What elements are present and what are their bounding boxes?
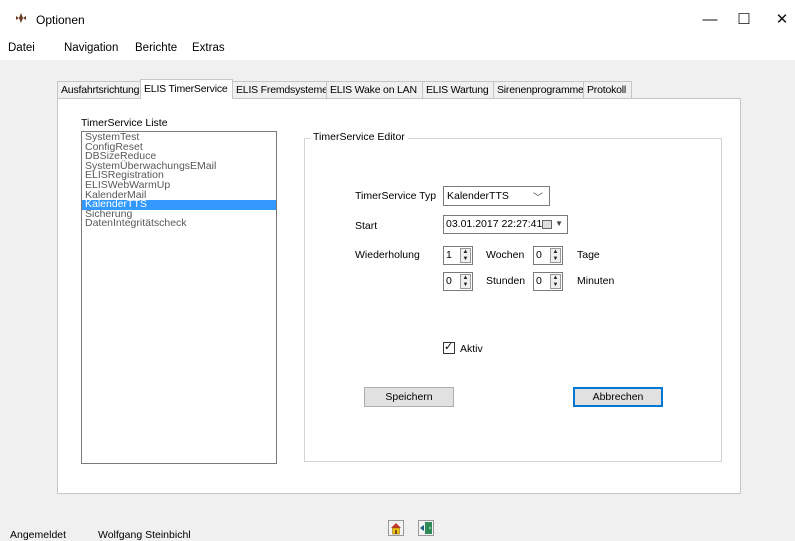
maximize-button[interactable]: ☐ bbox=[724, 6, 764, 32]
wochen-label: Wochen bbox=[486, 249, 525, 261]
tage-value: 0 bbox=[536, 249, 542, 261]
start-value: 03.01.2017 22:27:41 bbox=[446, 218, 543, 230]
spin-down-icon[interactable]: ▼ bbox=[462, 282, 469, 288]
menu-bar: Datei Navigation Berichte Extras bbox=[0, 38, 795, 60]
spin-buttons[interactable]: ▲ ▼ bbox=[550, 248, 561, 263]
tab-protokoll[interactable]: Protokoll bbox=[583, 81, 632, 98]
tab-ausfahrtsrichtung[interactable]: Ausfahrtsrichtung bbox=[57, 81, 141, 98]
spin-buttons[interactable]: ▲ ▼ bbox=[460, 274, 471, 289]
close-button[interactable]: ✕ bbox=[762, 6, 795, 32]
start-label: Start bbox=[355, 220, 378, 232]
calendar-icon[interactable] bbox=[542, 220, 552, 229]
typ-label: TimerService Typ bbox=[355, 190, 437, 202]
spin-down-icon[interactable]: ▼ bbox=[552, 282, 559, 288]
exit-door-icon[interactable] bbox=[418, 520, 434, 536]
spin-buttons[interactable]: ▲ ▼ bbox=[550, 274, 561, 289]
aktiv-checkbox[interactable]: ✓ bbox=[443, 341, 455, 354]
home-icon[interactable] bbox=[388, 520, 404, 536]
menu-navigation[interactable]: Navigation bbox=[64, 42, 118, 54]
menu-extras[interactable]: Extras bbox=[192, 42, 225, 54]
checkmark-icon: ✓ bbox=[444, 341, 454, 353]
tab-elis-wake-on-lan[interactable]: ELIS Wake on LAN bbox=[326, 81, 423, 98]
status-user-name: Wolfgang Steinbichl bbox=[98, 529, 191, 541]
timerservice-list-label: TimerService Liste bbox=[81, 117, 168, 129]
title-bar: Optionen — ☐ ✕ bbox=[0, 0, 795, 38]
tab-elis-timerservice[interactable]: ELIS TimerService bbox=[140, 79, 233, 99]
start-datetime-picker[interactable]: 03.01.2017 22:27:41 ▼ bbox=[443, 215, 568, 234]
stunden-stepper[interactable]: 0 ▲ ▼ bbox=[443, 272, 473, 291]
save-button[interactable]: Speichern bbox=[364, 387, 454, 407]
spin-down-icon[interactable]: ▼ bbox=[462, 256, 469, 262]
tab-elis-wartung[interactable]: ELIS Wartung bbox=[422, 81, 494, 98]
dropdown-arrow-icon[interactable]: ▼ bbox=[555, 219, 563, 228]
aktiv-label: Aktiv bbox=[460, 343, 483, 355]
menu-berichte[interactable]: Berichte bbox=[135, 42, 177, 54]
spin-down-icon[interactable]: ▼ bbox=[552, 256, 559, 262]
tab-sirenenprogramme[interactable]: Sirenenprogramme bbox=[493, 81, 584, 98]
timerservice-editor-title: TimerService Editor bbox=[310, 131, 408, 143]
spin-buttons[interactable]: ▲ ▼ bbox=[460, 248, 471, 263]
tab-elis-fremdsysteme[interactable]: ELIS Fremdsysteme bbox=[232, 81, 328, 98]
tage-stepper[interactable]: 0 ▲ ▼ bbox=[533, 246, 563, 265]
tage-label: Tage bbox=[577, 249, 600, 261]
window-title: Optionen bbox=[36, 13, 85, 27]
spin-up-icon[interactable]: ▲ bbox=[462, 249, 469, 255]
minuten-value: 0 bbox=[536, 275, 542, 287]
wochen-stepper[interactable]: 1 ▲ ▼ bbox=[443, 246, 473, 265]
timerservice-listbox[interactable]: SystemTest ConfigReset DBSizeReduce Syst… bbox=[81, 131, 277, 464]
list-item[interactable]: DatenIntegritätscheck bbox=[82, 218, 276, 229]
cancel-button[interactable]: Abbrechen bbox=[573, 387, 663, 407]
wiederholung-label: Wiederholung bbox=[355, 249, 420, 261]
wochen-value: 1 bbox=[446, 249, 452, 261]
stunden-value: 0 bbox=[446, 275, 452, 287]
minuten-label: Minuten bbox=[577, 275, 615, 287]
minuten-stepper[interactable]: 0 ▲ ▼ bbox=[533, 272, 563, 291]
spin-up-icon[interactable]: ▲ bbox=[552, 249, 559, 255]
timerservice-typ-select[interactable]: KalenderTTS ﹀ bbox=[443, 186, 550, 206]
menu-datei[interactable]: Datei bbox=[8, 42, 35, 54]
stunden-label: Stunden bbox=[486, 275, 526, 287]
app-icon bbox=[16, 13, 26, 23]
typ-value: KalenderTTS bbox=[447, 190, 509, 202]
spin-up-icon[interactable]: ▲ bbox=[552, 275, 559, 281]
chevron-down-icon: ﹀ bbox=[533, 193, 543, 204]
spin-up-icon[interactable]: ▲ bbox=[462, 275, 469, 281]
status-logged-in-label: Angemeldet bbox=[10, 529, 67, 541]
